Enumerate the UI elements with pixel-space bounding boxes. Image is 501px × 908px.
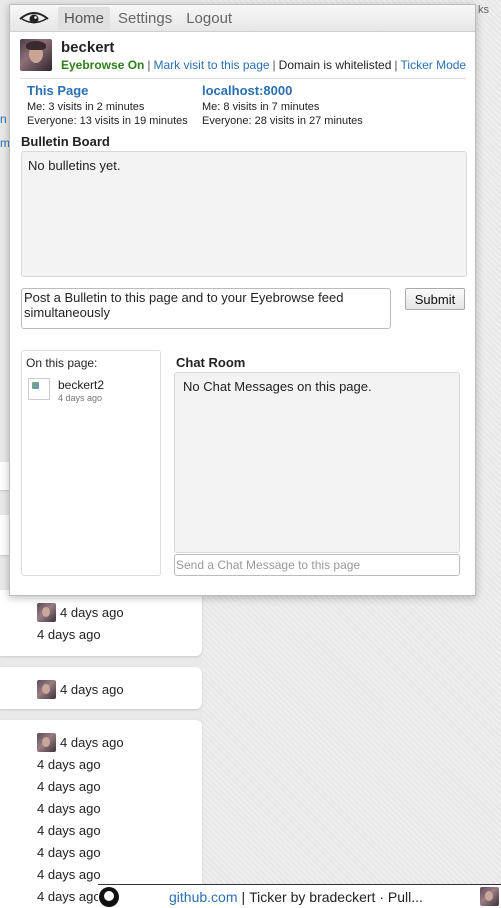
bulletin-empty-text: No bulletins yet. — [28, 158, 121, 173]
page-stats-everyone: Everyone: 13 visits in 19 minutes — [27, 115, 188, 127]
feed-row: 4 days ago — [37, 797, 101, 819]
github-link[interactable]: github.com — [169, 889, 237, 905]
status-line: Eyebrowse On | Mark visit to this page | Dom… — [61, 58, 467, 72]
feed-timestamp: 4 days ago — [60, 734, 124, 750]
feed-timestamp: 4 days ago — [37, 626, 101, 642]
chat-empty-text: No Chat Messages on this page. — [183, 379, 372, 394]
feed-row: 4 days ago — [37, 601, 124, 623]
feed-row: 4 days ago — [37, 678, 124, 700]
background-corner-text: ks — [478, 4, 489, 16]
feed-timestamp: 4 days ago — [37, 800, 101, 816]
mark-visit-link[interactable]: Mark visit to this page — [154, 58, 270, 72]
avatar[interactable] — [480, 887, 499, 906]
username[interactable]: beckert — [61, 39, 114, 56]
background-feed-card: 4 days ago 4 days ago 4 days ago 4 days … — [0, 720, 202, 908]
feed-timestamp: 4 days ago — [37, 866, 101, 882]
avatar[interactable] — [37, 602, 56, 622]
nav-home[interactable]: Home — [58, 6, 111, 30]
ticker-separator: | — [241, 888, 246, 905]
domain-stats-everyone: Everyone: 28 visits in 27 minutes — [202, 115, 363, 127]
background-edge-link[interactable]: n — [0, 112, 7, 126]
nav-logout[interactable]: Logout — [180, 7, 238, 30]
feed-timestamp: 4 days ago — [37, 888, 101, 904]
domain-stats: localhost:8000 Me: 8 visits in 7 minutes… — [202, 83, 363, 128]
profile-header: beckert Eyebrowse On | Mark visit to this … — [20, 39, 470, 73]
feed-row: 4 days ago — [37, 863, 101, 885]
eyebrowse-status[interactable]: Eyebrowse On — [61, 58, 144, 72]
eyebrowse-popup: Home Settings Logout beckert Eyebrowse O… — [9, 4, 476, 596]
bulletin-board: No bulletins yet. — [21, 151, 467, 277]
bulletin-board-title: Bulletin Board — [21, 134, 110, 149]
background-feed-card: 4 days ago — [0, 667, 202, 709]
feed-timestamp: 4 days ago — [37, 756, 101, 772]
eye-logo-icon — [10, 5, 58, 32]
on-page-user-name[interactable]: beckert2 — [58, 378, 104, 392]
feed-row: 4 days ago — [37, 731, 124, 753]
domain-stats-title[interactable]: localhost:8000 — [202, 83, 363, 99]
domain-stats-me: Me: 8 visits in 7 minutes — [202, 101, 320, 113]
github-icon[interactable] — [99, 886, 119, 907]
ticker-text[interactable]: Ticker by bradeckert · Pull... — [249, 889, 423, 905]
on-page-user[interactable]: beckert2 4 days ago — [28, 378, 158, 404]
popup-navbar: Home Settings Logout — [10, 5, 475, 32]
chat-messages: No Chat Messages on this page. — [174, 372, 460, 553]
chat-input[interactable]: Send a Chat Message to this page — [174, 554, 460, 576]
feed-row: 4 days ago — [37, 819, 101, 841]
page-stats-me: Me: 3 visits in 2 minutes — [27, 101, 145, 113]
page-stats-title[interactable]: This Page — [27, 83, 188, 99]
feed-timestamp: 4 days ago — [37, 844, 101, 860]
chat-room-title: Chat Room — [176, 355, 246, 370]
submit-button[interactable]: Submit — [405, 288, 465, 310]
divider — [20, 78, 466, 79]
feed-row: 4 days ago — [37, 775, 101, 797]
on-page-user-time: 4 days ago — [58, 393, 103, 403]
feed-timestamp: 4 days ago — [37, 822, 101, 838]
feed-row: 4 days ago — [37, 753, 101, 775]
feed-row: 4 days ago — [37, 885, 101, 907]
feed-timestamp: 4 days ago — [60, 681, 124, 697]
on-page-panel: On this page: beckert2 4 days ago — [21, 350, 161, 576]
feed-row: 4 days ago — [37, 623, 101, 645]
avatar[interactable] — [37, 732, 56, 752]
broken-image-icon — [28, 378, 50, 400]
avatar[interactable] — [20, 39, 52, 71]
page-stats: This Page Me: 3 visits in 2 minutes Ever… — [27, 83, 188, 128]
avatar[interactable] — [37, 679, 56, 699]
ticker-bar: github.com | Ticker by bradeckert · Pull… — [98, 884, 501, 908]
ticker-mode-link[interactable]: Ticker Mode — [401, 58, 467, 72]
domain-status: Domain is whitelisted — [278, 58, 392, 72]
nav-settings[interactable]: Settings — [112, 7, 178, 30]
feed-timestamp: 4 days ago — [60, 604, 124, 620]
on-page-label: On this page: — [26, 356, 98, 370]
feed-row: 4 days ago — [37, 841, 101, 863]
bulletin-input[interactable]: Post a Bulletin to this page and to your… — [21, 288, 391, 329]
background-feed-card: 4 days ago 4 days ago — [0, 590, 202, 656]
feed-timestamp: 4 days ago — [37, 778, 101, 794]
